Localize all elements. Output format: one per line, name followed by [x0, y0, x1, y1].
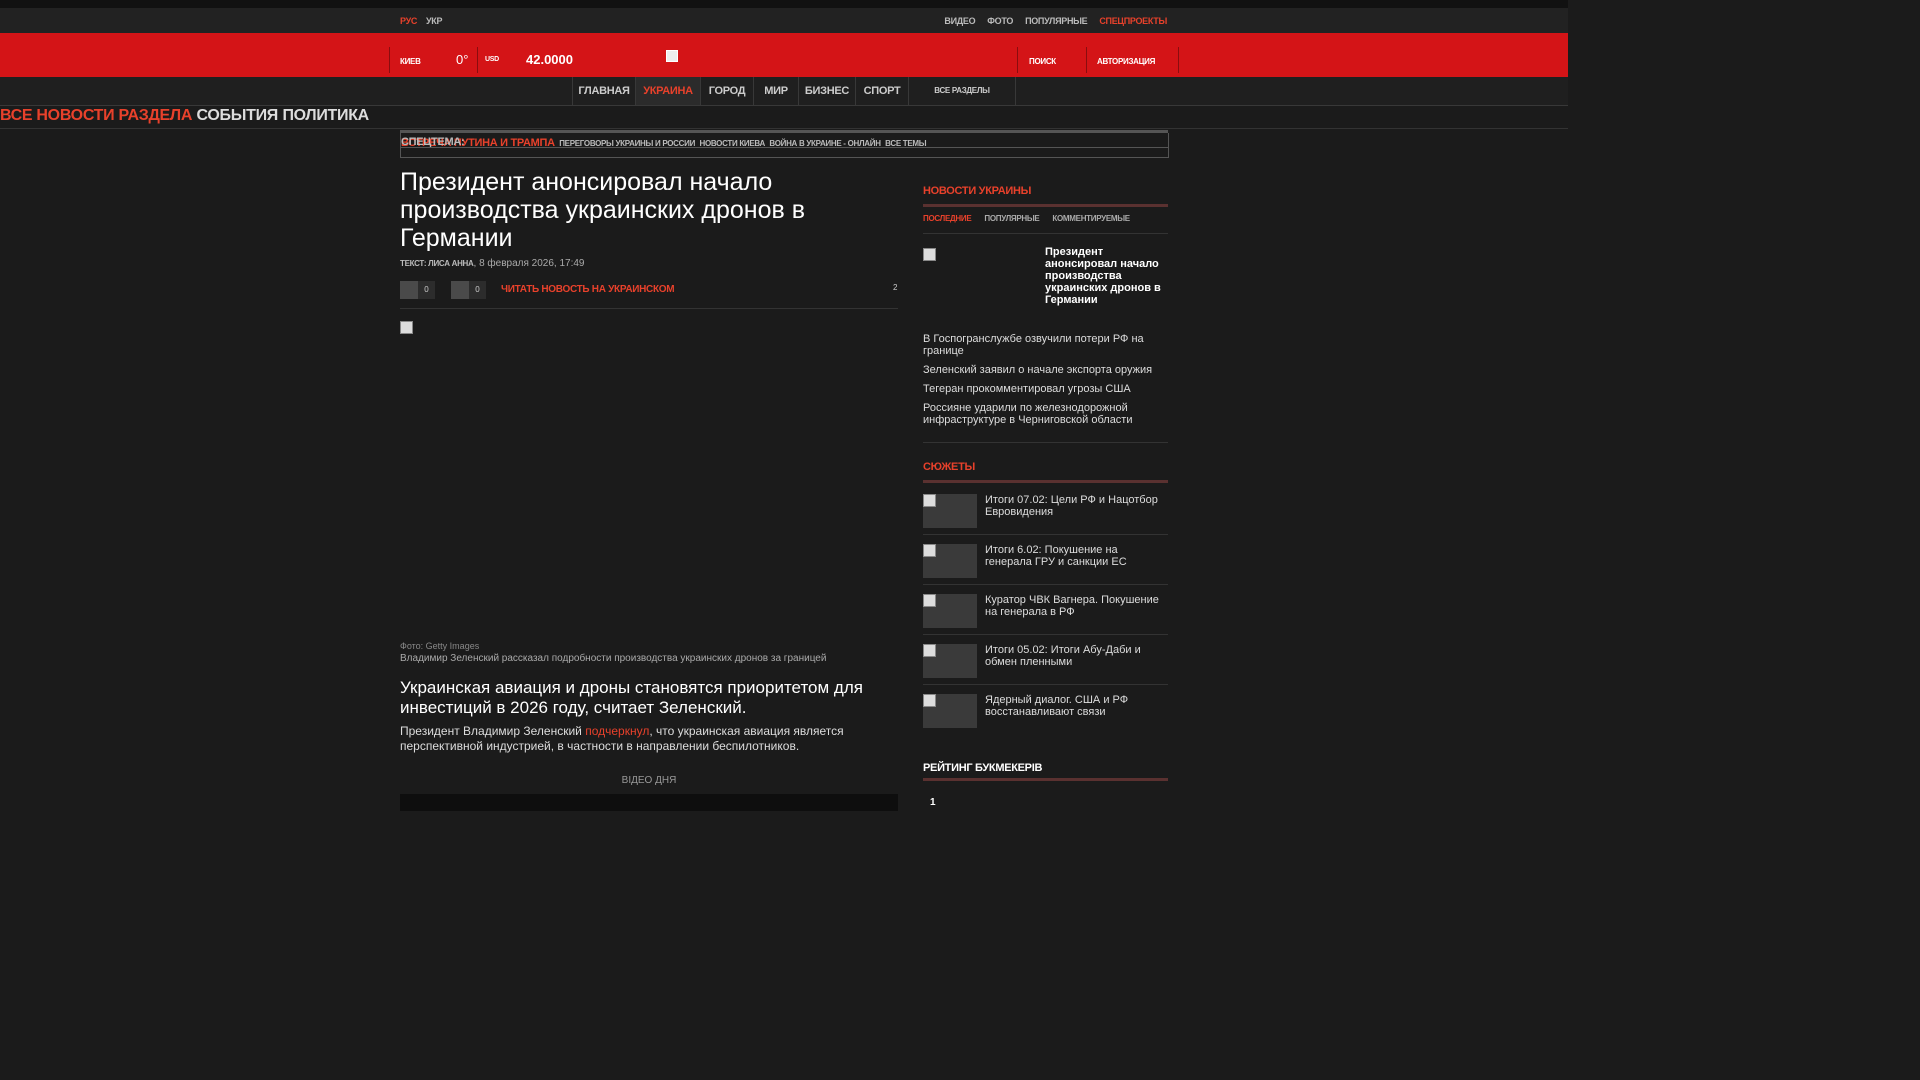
video-player[interactable]	[400, 794, 898, 811]
story-title: Ядерный диалог. США и РФ восстанавливают…	[985, 694, 1129, 718]
story-item[interactable]: Ядерный диалог. США и РФ восстанавливают…	[923, 685, 1168, 735]
story-title: Итоги 07.02: Цели РФ и Нацотбор Евровиде…	[985, 494, 1158, 518]
article-lead: Украинская авиация и дроны становятся пр…	[400, 678, 863, 717]
story-item[interactable]: Итоги 07.02: Цели РФ и Нацотбор Евровиде…	[923, 485, 1168, 535]
nav-home[interactable]: ГЛАВНАЯ	[572, 77, 635, 105]
nav-city[interactable]: ГОРОД	[700, 77, 753, 105]
news-divider	[923, 442, 1168, 443]
subnav-all-news[interactable]: ВСЕ НОВОСТИ РАЗДЕЛА	[0, 107, 192, 124]
top-bar: РУС УКР ВИДЕО ФОТО ПОПУЛЯРНЫЕ СПЕЦПРОЕКТ…	[0, 8, 1568, 33]
read-ukrainian-link[interactable]: ЧИТАТЬ НОВОСТЬ НА УКРАИНСКОМ	[501, 284, 675, 295]
tab-popular[interactable]: ПОПУЛЯРНЫЕ	[984, 214, 1039, 223]
news-item[interactable]: Россияне ударили по железнодорожной инфр…	[923, 402, 1163, 426]
top-strip	[0, 0, 1568, 8]
article-divider	[400, 308, 898, 309]
image-icon	[923, 694, 936, 707]
article-paragraph: Президент Владимир Зеленский подчеркнул,…	[400, 724, 898, 754]
tab-commented[interactable]: КОММЕНТИРУЕМЫЕ	[1052, 214, 1130, 223]
social-icon	[400, 281, 418, 299]
social-icon	[451, 281, 469, 299]
tab-latest[interactable]: ПОСЛЕДНИЕ	[923, 214, 972, 223]
image-icon	[923, 544, 936, 557]
section-underline	[923, 480, 1168, 483]
subnav-events[interactable]: СОБЫТИЯ	[197, 107, 279, 124]
story-title: Итоги 05.02: Итоги Абу-Даби и обмен плен…	[985, 644, 1141, 668]
nav-world[interactable]: МИР	[753, 77, 798, 105]
header-divider	[477, 47, 478, 73]
popular-link[interactable]: ПОПУЛЯРНЫЕ	[1025, 16, 1088, 26]
like-count: 0	[418, 281, 435, 299]
subnav-politics[interactable]: ПОЛИТИКА	[282, 107, 369, 124]
like-button-2[interactable]: 0	[451, 281, 486, 299]
photo-caption: Владимир Зеленский рассказал подробности…	[400, 653, 827, 664]
nav-all-sections[interactable]: ВСЕ РАЗДЕЛЫ	[908, 77, 1016, 105]
header-bar: КИЕВ 0° USD 42.0000 ПОИСК АВТОРИЗАЦИЯ	[0, 33, 1568, 77]
video-link[interactable]: ВИДЕО	[944, 16, 975, 26]
header-divider	[1178, 47, 1179, 73]
special-divider	[401, 147, 1168, 148]
nav-sport[interactable]: СПОРТ	[855, 77, 908, 105]
news-item[interactable]: Зеленский заявил о начале экспорта оружи…	[923, 364, 1163, 376]
image-icon	[923, 594, 936, 607]
article-date: 8 февраля 2026, 17:49	[479, 258, 585, 269]
main-nav: ГЛАВНАЯ УКРАИНА ГОРОД МИР БИЗНЕС СПОРТ В…	[0, 77, 1568, 106]
tabs-divider	[923, 233, 1168, 234]
article-image-icon	[400, 321, 413, 334]
image-icon	[923, 494, 936, 507]
news-tabs: ПОСЛЕДНИЕ ПОПУЛЯРНЫЕ КОММЕНТИРУЕМЫЕ	[923, 214, 1130, 223]
header-divider	[389, 47, 390, 73]
comments-count[interactable]: 2	[893, 283, 897, 292]
currency-label[interactable]: USD	[485, 56, 499, 63]
section-underline	[923, 778, 1168, 781]
like-count: 0	[469, 281, 486, 299]
paragraph-text: Президент Владимир Зеленский	[400, 724, 586, 738]
special-theme-bar: СПЕЦТЕМА: ВСТРЕЧА ПУТИНА И ТРАМПА ПЕРЕГО…	[400, 133, 1169, 158]
nav-business[interactable]: БИЗНЕС	[798, 77, 855, 105]
image-icon	[923, 644, 936, 657]
site-logo[interactable]	[666, 50, 678, 62]
rating-section-title: РЕЙТИНГ БУКМЕКЕРІВ	[923, 762, 1043, 774]
currency-value: 42.0000	[526, 52, 573, 67]
news-section-title[interactable]: НОВОСТИ УКРАИНЫ	[923, 185, 1031, 197]
news-item[interactable]: Тегеран прокомментировал угрозы США	[923, 383, 1163, 395]
photo-credit: Фото: Getty Images	[400, 641, 480, 651]
sub-nav: ВСЕ НОВОСТИ РАЗДЕЛА СОБЫТИЯ ПОЛИТИКА	[0, 107, 1568, 129]
story-title: Итоги 6.02: Покушение на генерала ГРУ и …	[985, 544, 1127, 568]
story-title: Куратор ЧВК Вагнера. Покушение на генера…	[985, 594, 1159, 618]
article-author[interactable]: ТЕКСТ: ЛИСА АННА	[400, 259, 474, 268]
header-divider	[1017, 47, 1018, 73]
featured-news-title[interactable]: Президент анонсировал начало производств…	[1045, 246, 1170, 306]
featured-image-icon[interactable]	[923, 248, 936, 261]
story-item[interactable]: Итоги 05.02: Итоги Абу-Даби и обмен плен…	[923, 635, 1168, 685]
top-links: ВИДЕО ФОТО ПОПУЛЯРНЫЕ СПЕЦПРОЕКТЫ	[944, 16, 1167, 26]
lang-ukr-link[interactable]: УКР	[426, 16, 443, 26]
special-projects-link[interactable]: СПЕЦПРОЕКТЫ	[1099, 16, 1167, 26]
stories-section-title[interactable]: СЮЖЕТЫ	[923, 461, 975, 473]
lang-rus-link[interactable]: РУС	[400, 16, 417, 26]
article-title: Президент анонсировал начало производств…	[400, 168, 805, 252]
auth-link[interactable]: АВТОРИЗАЦИЯ	[1097, 57, 1155, 66]
weather-temp: 0°	[456, 52, 469, 67]
article-byline: ТЕКСТ: ЛИСА АННА, 8 февраля 2026, 17:49	[400, 258, 584, 269]
rating-position: 1	[930, 797, 936, 808]
nav-ukraine[interactable]: УКРАИНА	[635, 77, 700, 105]
video-of-day-label: ВІДЕО ДНЯ	[621, 775, 677, 786]
section-underline	[923, 204, 1168, 207]
news-item[interactable]: В Госпогранслужбе озвучили потери РФ на …	[923, 333, 1163, 357]
paragraph-link[interactable]: подчеркнул	[585, 724, 649, 738]
story-item[interactable]: Итоги 6.02: Покушение на генерала ГРУ и …	[923, 535, 1168, 585]
like-button-1[interactable]: 0	[400, 281, 435, 299]
header-divider	[1086, 47, 1087, 73]
search-link[interactable]: ПОИСК	[1029, 57, 1056, 66]
story-item[interactable]: Куратор ЧВК Вагнера. Покушение на генера…	[923, 585, 1168, 635]
weather-city[interactable]: КИЕВ	[400, 57, 421, 66]
photo-link[interactable]: ФОТО	[987, 16, 1013, 26]
